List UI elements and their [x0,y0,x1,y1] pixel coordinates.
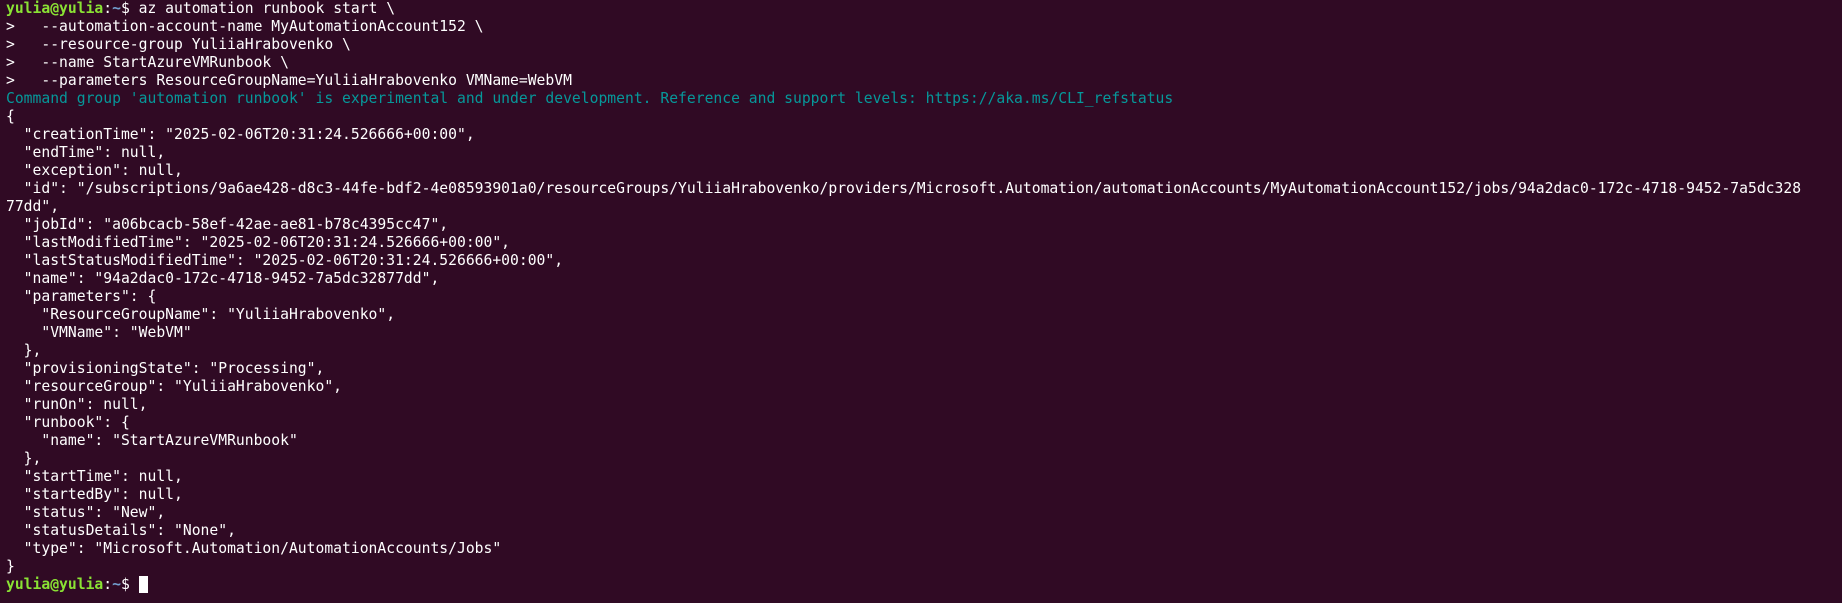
output-line: "startedBy": null, [6,486,183,503]
output-line: "VMName": "WebVM" [6,324,192,341]
output-line: "exception": null, [6,162,183,179]
command-line: yulia@yulia:~$ az automation runbook sta… [6,0,1842,18]
output-line: "name": "94a2dac0-172c-4718-9452-7a5dc32… [6,270,440,287]
output-line: "statusDetails": "None", [6,522,236,539]
command-continuation: > --resource-group YuliiaHrabovenko \ [6,36,351,53]
text-cursor[interactable] [138,576,148,593]
prompt-symbol: $ [120,576,139,593]
command-continuation: > --parameters ResourceGroupName=YuliiaH… [6,72,572,89]
output-line: "status": "New", [6,504,166,521]
output-line: "runOn": null, [6,396,148,413]
output-line: "lastModifiedTime": "2025-02-06T20:31:24… [6,234,511,251]
output-line: }, [6,450,42,467]
output-line: "type": "Microsoft.Automation/Automation… [6,540,502,557]
output-line: "ResourceGroupName": "YuliiaHrabovenko", [6,306,396,323]
prompt-user-host: yulia@yulia [6,576,104,593]
terminal-window[interactable]: yulia@yulia:~$ az automation runbook sta… [0,0,1842,603]
command-continuation: > --automation-account-name MyAutomation… [6,18,484,35]
experimental-warning: Command group 'automation runbook' is ex… [6,90,1174,107]
output-line: "creationTime": "2025-02-06T20:31:24.526… [6,126,475,143]
prompt-user-host: yulia@yulia [6,0,104,17]
output-line: "id": "/subscriptions/9a6ae428-d8c3-44fe… [6,180,1802,197]
command-text: az automation runbook start \ [138,0,396,17]
output-line: } [6,558,15,575]
output-line: "resourceGroup": "YuliiaHrabovenko", [6,378,343,395]
output-line: }, [6,342,42,359]
output-line: "jobId": "a06bcacb-58ef-42ae-ae81-b78c43… [6,216,449,233]
output-line: "parameters": { [6,288,157,305]
output-line: "startTime": null, [6,468,183,485]
prompt-colon: : [103,576,113,593]
output-line: "runbook": { [6,414,130,431]
output-line: { [6,108,15,125]
prompt-path: ~ [112,576,121,593]
output-line: 77dd", [6,198,60,215]
output-line: "endTime": null, [6,144,166,161]
output-line: "name": "StartAzureVMRunbook" [6,432,298,449]
active-prompt-line[interactable]: yulia@yulia:~$ [6,576,1842,594]
prompt-path: ~ [112,0,121,17]
output-line: "provisioningState": "Processing", [6,360,325,377]
command-continuation: > --name StartAzureVMRunbook \ [6,54,289,71]
prompt-symbol: $ [120,0,139,17]
command-output: { "creationTime": "2025-02-06T20:31:24.5… [6,108,1842,576]
output-line: "lastStatusModifiedTime": "2025-02-06T20… [6,252,564,269]
prompt-colon: : [103,0,113,17]
